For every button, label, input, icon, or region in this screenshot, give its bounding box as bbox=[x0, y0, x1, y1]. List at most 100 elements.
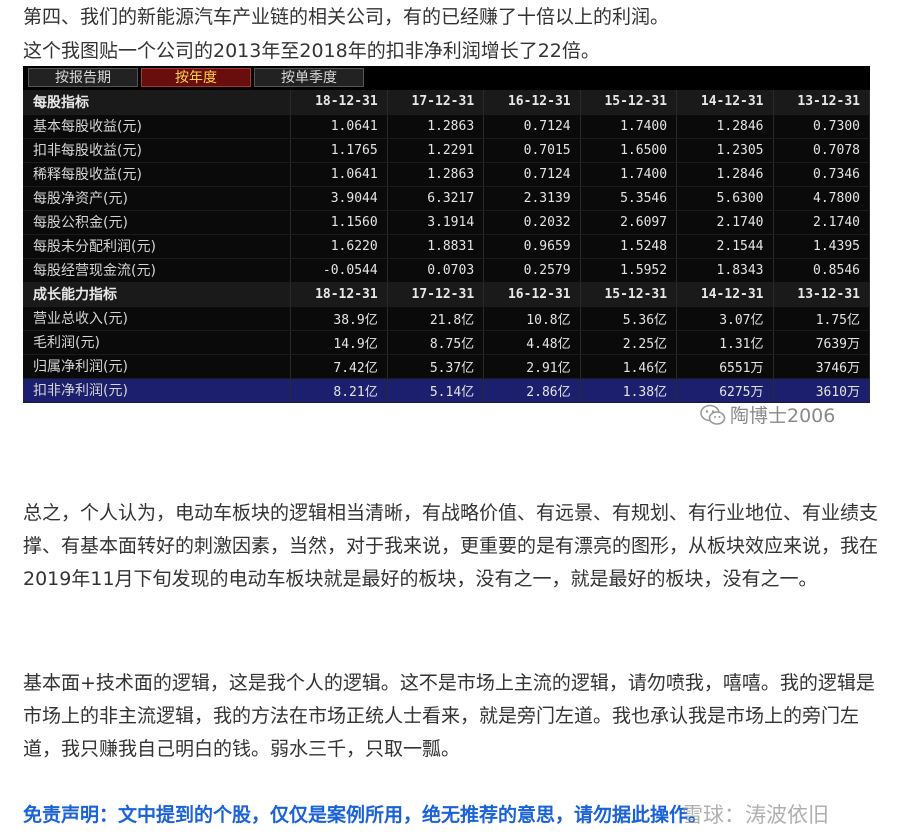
tab-by-quarter[interactable]: 按单季度 bbox=[254, 68, 364, 87]
table-row[interactable]: 基本每股收益(元) 1.0641 1.2863 0.7124 1.7400 1.2846 0… bbox=[23, 114, 871, 139]
cell-value: 2.1544 bbox=[676, 234, 774, 259]
watermark-top-text: 陶博士2006 bbox=[730, 405, 836, 427]
period-header: 18-12-31 bbox=[290, 90, 388, 115]
cell-value: 2.1740 bbox=[676, 210, 774, 235]
period-header: 14-12-31 bbox=[676, 282, 774, 307]
cell-value: 1.6220 bbox=[290, 234, 388, 259]
table-row[interactable]: 营业总收入(元) 38.9亿 21.8亿 10.8亿 5.36亿 3.07亿 1.75亿 bbox=[23, 306, 871, 331]
cell-value: 2.3139 bbox=[483, 186, 581, 211]
cell-value: 5.6300 bbox=[676, 186, 774, 211]
cell-value: 1.2863 bbox=[387, 114, 485, 139]
cell-value: 1.0641 bbox=[290, 114, 388, 139]
cell-value: 7.42亿 bbox=[290, 354, 388, 379]
cell-value: 0.2032 bbox=[483, 210, 581, 235]
row-label: 扣非每股收益(元) bbox=[23, 138, 292, 163]
table-row[interactable]: 每股净资产(元) 3.9044 6.3217 2.3139 5.3546 5.6300 4.… bbox=[23, 186, 871, 211]
table-row[interactable]: 扣非净利润(元) 8.21亿 5.14亿 2.86亿 1.38亿 6275万 3610万 bbox=[23, 378, 871, 403]
section-title: 成长能力指标 bbox=[23, 282, 292, 307]
cell-value: 10.8亿 bbox=[483, 306, 581, 331]
cell-value: 1.8831 bbox=[387, 234, 485, 259]
period-header: 17-12-31 bbox=[387, 282, 485, 307]
cell-value: 1.31亿 bbox=[676, 330, 774, 355]
cell-value: 21.8亿 bbox=[387, 306, 485, 331]
cell-value: 6551万 bbox=[676, 354, 774, 379]
cell-value: 5.36亿 bbox=[580, 306, 678, 331]
table-row[interactable]: 每股经营现金流(元) -0.0544 0.0703 0.2579 1.5952 1.834… bbox=[23, 258, 871, 283]
cell-value: 1.8343 bbox=[676, 258, 774, 283]
cell-value: 1.4395 bbox=[773, 234, 871, 259]
watermark-bottom: 雪球：涛波依旧 bbox=[682, 803, 829, 827]
period-header: 16-12-31 bbox=[483, 282, 581, 307]
cell-value: 7639万 bbox=[773, 330, 871, 355]
table-row[interactable]: 稀释每股收益(元) 1.0641 1.2863 0.7124 1.7400 1.2846 0… bbox=[23, 162, 871, 187]
cell-value: 1.2305 bbox=[676, 138, 774, 163]
tab-by-year[interactable]: 按年度 bbox=[141, 68, 251, 87]
financial-table: 每股指标 18-12-31 17-12-31 16-12-31 15-12-31 14-1… bbox=[23, 90, 871, 403]
cell-value: 1.75亿 bbox=[773, 306, 871, 331]
period-header: 16-12-31 bbox=[483, 90, 581, 115]
section-title: 每股指标 bbox=[23, 90, 292, 115]
period-header: 18-12-31 bbox=[290, 282, 388, 307]
financial-screenshot: 按报告期 按年度 按单季度 每股指标 18-12-31 17-12-31 16-12-… bbox=[23, 66, 871, 403]
period-header: 13-12-31 bbox=[773, 282, 871, 307]
row-label: 归属净利润(元) bbox=[23, 354, 292, 379]
table-row[interactable]: 扣非每股收益(元) 1.1765 1.2291 0.7015 1.6500 1.2305 0… bbox=[23, 138, 871, 163]
cell-value: 0.7015 bbox=[483, 138, 581, 163]
period-tab-bar: 按报告期 按年度 按单季度 bbox=[23, 66, 870, 88]
cell-value: 6.3217 bbox=[387, 186, 485, 211]
table-row[interactable]: 每股未分配利润(元) 1.6220 1.8831 0.9659 1.5248 2.1544… bbox=[23, 234, 871, 259]
cell-value: 14.9亿 bbox=[290, 330, 388, 355]
table-row[interactable]: 毛利润(元) 14.9亿 8.75亿 4.48亿 2.25亿 1.31亿 7639万 bbox=[23, 330, 871, 355]
wechat-icon bbox=[700, 404, 726, 426]
cell-value: 2.91亿 bbox=[483, 354, 581, 379]
paragraph-summary: 总之，个人认为，电动车板块的逻辑相当清晰，有战略价值、有远景、有规划、有行业地位… bbox=[23, 502, 879, 590]
cell-value: 1.2846 bbox=[676, 114, 774, 139]
table-row[interactable]: 归属净利润(元) 7.42亿 5.37亿 2.91亿 1.46亿 6551万 3746万 bbox=[23, 354, 871, 379]
cell-value: 0.7346 bbox=[773, 162, 871, 187]
disclaimer: 免责声明：文中提到的个股，仅仅是案例所用，绝无推荐的意思，请勿据此操作。 bbox=[23, 804, 708, 826]
row-label: 每股经营现金流(元) bbox=[23, 258, 292, 283]
period-header: 15-12-31 bbox=[580, 90, 678, 115]
cell-value: 1.46亿 bbox=[580, 354, 678, 379]
cell-value: 1.7400 bbox=[580, 162, 678, 187]
cell-value: 1.1765 bbox=[290, 138, 388, 163]
cell-value: 1.38亿 bbox=[580, 378, 678, 403]
row-label: 毛利润(元) bbox=[23, 330, 292, 355]
row-label: 每股未分配利润(元) bbox=[23, 234, 292, 259]
cell-value: 3746万 bbox=[773, 354, 871, 379]
cell-value: 0.0703 bbox=[387, 258, 485, 283]
cell-value: 5.3546 bbox=[580, 186, 678, 211]
cell-value: 1.2846 bbox=[676, 162, 774, 187]
cell-value: 5.14亿 bbox=[387, 378, 485, 403]
section-header-row: 成长能力指标 18-12-31 17-12-31 16-12-31 15-12-31 14… bbox=[23, 282, 871, 307]
period-header: 17-12-31 bbox=[387, 90, 485, 115]
period-header: 13-12-31 bbox=[773, 90, 871, 115]
row-label: 营业总收入(元) bbox=[23, 306, 292, 331]
cell-value: 2.86亿 bbox=[483, 378, 581, 403]
period-header: 14-12-31 bbox=[676, 90, 774, 115]
cell-value: 0.7078 bbox=[773, 138, 871, 163]
intro-line-1: 第四、我们的新能源汽车产业链的相关公司，有的已经赚了十倍以上的利润。 bbox=[23, 6, 670, 28]
row-label: 基本每股收益(元) bbox=[23, 114, 292, 139]
row-label: 每股公积金(元) bbox=[23, 210, 292, 235]
tab-by-report-period[interactable]: 按报告期 bbox=[28, 68, 138, 87]
cell-value: 8.21亿 bbox=[290, 378, 388, 403]
table-row[interactable]: 每股公积金(元) 1.1560 3.1914 0.2032 2.6097 2.1740 2.… bbox=[23, 210, 871, 235]
cell-value: -0.0544 bbox=[290, 258, 388, 283]
watermark-top: 陶博士2006 bbox=[700, 401, 835, 428]
cell-value: 0.7300 bbox=[773, 114, 871, 139]
cell-value: 1.2863 bbox=[387, 162, 485, 187]
row-label: 扣非净利润(元) bbox=[23, 378, 292, 403]
cell-value: 0.2579 bbox=[483, 258, 581, 283]
cell-value: 38.9亿 bbox=[290, 306, 388, 331]
cell-value: 8.75亿 bbox=[387, 330, 485, 355]
cell-value: 3.1914 bbox=[387, 210, 485, 235]
cell-value: 1.5952 bbox=[580, 258, 678, 283]
section-header-row: 每股指标 18-12-31 17-12-31 16-12-31 15-12-31 14-1… bbox=[23, 90, 871, 115]
cell-value: 1.6500 bbox=[580, 138, 678, 163]
cell-value: 0.9659 bbox=[483, 234, 581, 259]
cell-value: 3610万 bbox=[773, 378, 871, 403]
cell-value: 4.7800 bbox=[773, 186, 871, 211]
intro-line-2: 这个我图贴一个公司的2013年至2018年的扣非净利润增长了22倍。 bbox=[23, 40, 600, 62]
row-label: 每股净资产(元) bbox=[23, 186, 292, 211]
